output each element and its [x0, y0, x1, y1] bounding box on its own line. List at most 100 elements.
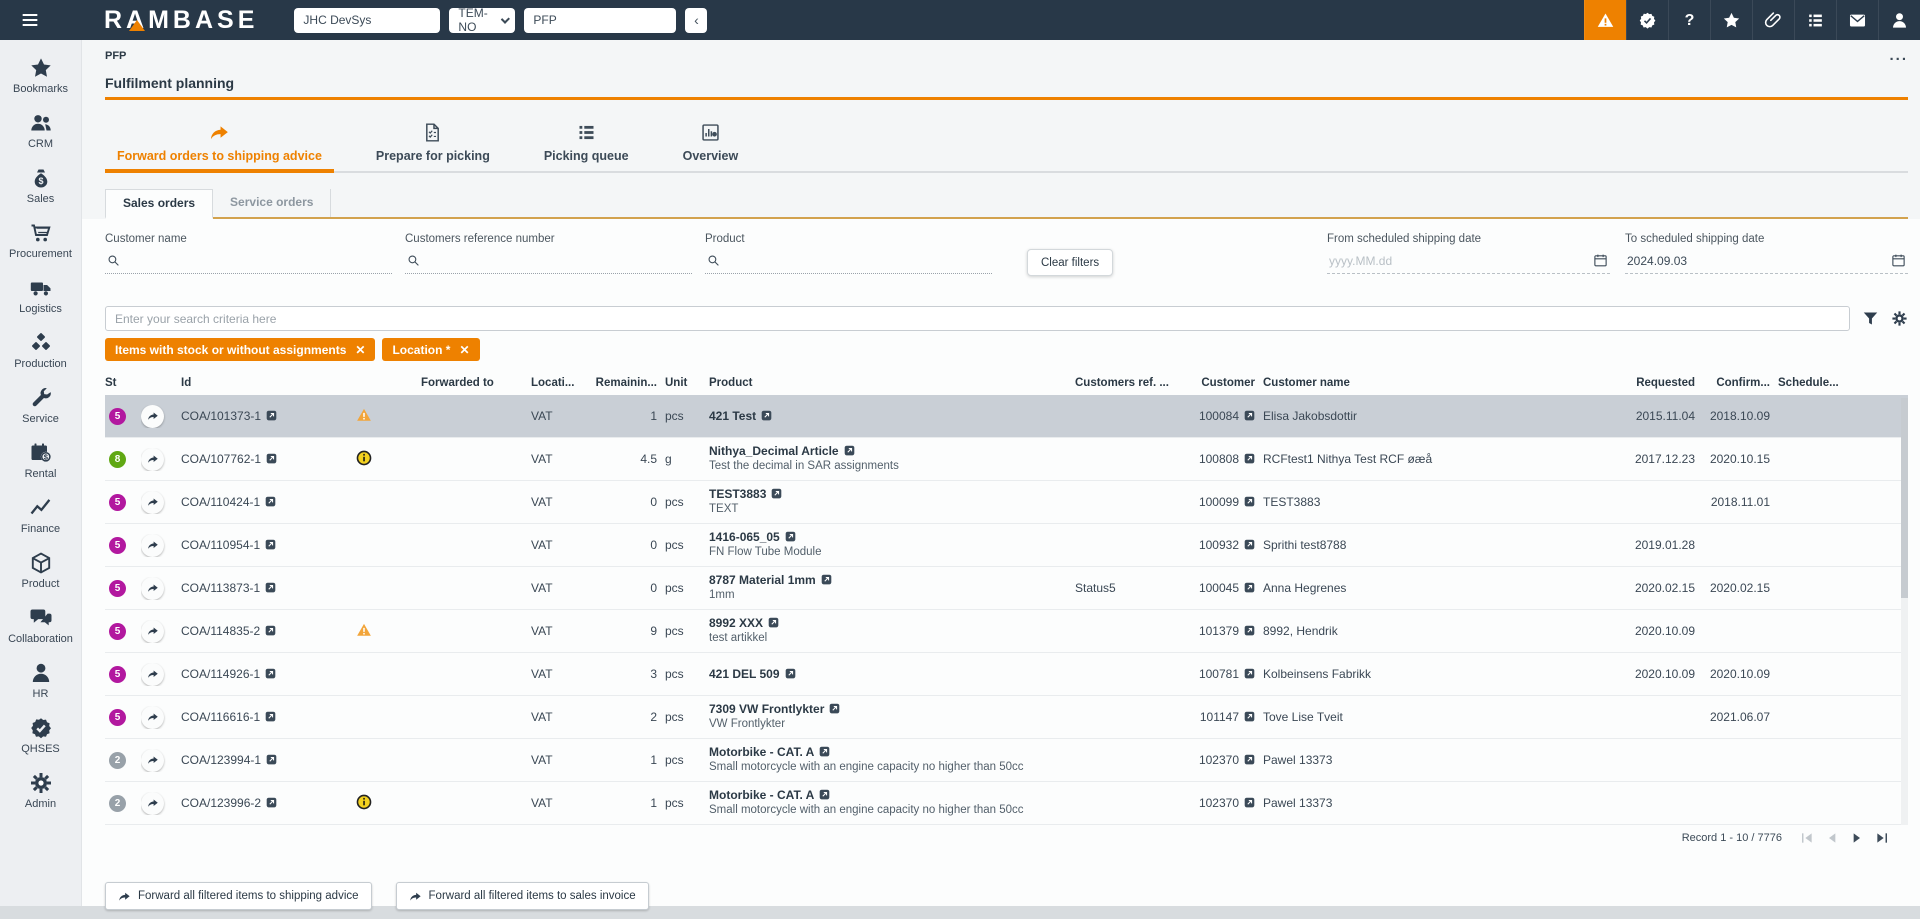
calendar-icon[interactable] [1891, 253, 1906, 268]
column-header[interactable]: Id [181, 377, 356, 389]
external-link-icon[interactable] [265, 496, 276, 507]
external-link-icon[interactable] [265, 582, 276, 593]
forward-row-button[interactable] [141, 491, 164, 514]
forward-row-button[interactable] [141, 448, 164, 471]
external-link-icon[interactable] [1244, 410, 1255, 421]
pagination-first-button[interactable] [1799, 830, 1815, 846]
external-link-icon[interactable] [819, 789, 830, 800]
account-icon[interactable] [1878, 0, 1920, 40]
scrollbar-thumb[interactable] [1901, 398, 1908, 598]
column-header[interactable]: Unit [665, 377, 709, 389]
external-link-icon[interactable] [768, 617, 779, 628]
sidebar-item-collaboration[interactable]: Collaboration [0, 598, 81, 653]
external-link-icon[interactable] [265, 539, 276, 550]
external-link-icon[interactable] [1244, 496, 1255, 507]
external-link-icon[interactable] [1244, 754, 1255, 765]
external-link-icon[interactable] [1244, 797, 1255, 808]
date-to-input[interactable]: 2024.09.03 [1625, 248, 1908, 274]
alerts-icon[interactable] [1584, 0, 1626, 40]
back-button[interactable]: ‹ [685, 8, 707, 33]
table-scrollbar[interactable] [1901, 398, 1908, 825]
column-header[interactable]: Product [709, 377, 1075, 389]
forward-all-button[interactable]: Forward all filtered items to shipping a… [105, 882, 372, 910]
column-header[interactable]: Remainin... [589, 377, 665, 389]
column-header[interactable]: Requested [1593, 377, 1703, 389]
clear-filters-button[interactable]: Clear filters [1027, 249, 1113, 276]
sidebar-item-service[interactable]: Service [0, 378, 81, 433]
tab[interactable]: Forward orders to shipping advice [105, 122, 334, 171]
sidebar-item-procurement[interactable]: Procurement [0, 213, 81, 268]
table-row[interactable]: 8 COA/107762-1 [105, 438, 1908, 481]
table-row[interactable]: 5 COA/116616-1 [105, 696, 1908, 739]
filter-input[interactable] [105, 248, 392, 274]
chip-remove-icon[interactable]: ✕ [355, 343, 365, 357]
column-header[interactable]: Customer name [1263, 377, 1593, 389]
external-link-icon[interactable] [266, 797, 277, 808]
external-link-icon[interactable] [829, 703, 840, 714]
forward-row-button[interactable] [141, 620, 164, 643]
pagination-prev-button[interactable] [1824, 830, 1840, 846]
tab[interactable]: Prepare for picking [364, 122, 502, 171]
sidebar-item-crm[interactable]: CRM [0, 103, 81, 158]
sidebar-item-product[interactable]: Product [0, 543, 81, 598]
search-input[interactable] [105, 306, 1850, 331]
filter-chip[interactable]: Location * ✕ [382, 338, 479, 361]
column-header[interactable]: Schedule... [1778, 377, 1878, 389]
forward-row-button[interactable] [141, 792, 164, 815]
calendar-icon[interactable] [1593, 253, 1608, 268]
tab[interactable]: Picking queue [532, 122, 641, 171]
pagination-next-button[interactable] [1849, 830, 1865, 846]
table-row[interactable]: 5 COA/101373-1 [105, 395, 1908, 438]
date-from-input[interactable]: yyyy.MM.dd [1327, 248, 1610, 274]
page-menu-dots-button[interactable]: ... [1889, 52, 1908, 60]
attachments-icon[interactable] [1752, 0, 1794, 40]
external-link-icon[interactable] [265, 711, 276, 722]
external-link-icon[interactable] [266, 754, 277, 765]
external-link-icon[interactable] [771, 488, 782, 499]
table-row[interactable]: 5 COA/114835-2 [105, 610, 1908, 653]
column-header[interactable]: St [105, 377, 141, 389]
external-link-icon[interactable] [1244, 668, 1255, 679]
forward-row-button[interactable] [141, 749, 164, 772]
external-link-icon[interactable] [266, 410, 277, 421]
sidebar-item-production[interactable]: Production [0, 323, 81, 378]
sidebar-item-rental[interactable]: $ Rental [0, 433, 81, 488]
favorites-icon[interactable] [1710, 0, 1752, 40]
approvals-icon[interactable] [1626, 0, 1668, 40]
company-select[interactable]: TEM-NO [449, 8, 515, 33]
forward-row-button[interactable] [141, 706, 164, 729]
external-link-icon[interactable] [266, 453, 277, 464]
system-select[interactable]: JHC DevSys [294, 8, 440, 33]
external-link-icon[interactable] [785, 531, 796, 542]
external-link-icon[interactable] [821, 574, 832, 585]
tab[interactable]: Overview [671, 122, 751, 171]
column-header[interactable]: Confirm... [1703, 377, 1778, 389]
sidebar-item-qhses[interactable]: QHSES [0, 708, 81, 763]
task-list-icon[interactable] [1794, 0, 1836, 40]
forward-row-button[interactable] [141, 405, 164, 428]
external-link-icon[interactable] [761, 410, 772, 421]
external-link-icon[interactable] [1244, 582, 1255, 593]
program-input[interactable] [524, 8, 676, 33]
sidebar-item-bookmarks[interactable]: Bookmarks [0, 48, 81, 103]
forward-row-button[interactable] [141, 534, 164, 557]
pagination-last-button[interactable] [1874, 830, 1890, 846]
table-row[interactable]: 2 COA/123996-2 [105, 782, 1908, 825]
table-row[interactable]: 5 COA/110424-1 [105, 481, 1908, 524]
sidebar-item-sales[interactable]: $ Sales [0, 158, 81, 213]
sidebar-item-logistics[interactable]: Logistics [0, 268, 81, 323]
external-link-icon[interactable] [1244, 711, 1255, 722]
external-link-icon[interactable] [1244, 625, 1255, 636]
gear-icon[interactable] [1891, 310, 1908, 327]
sidebar-item-hr[interactable]: HR [0, 653, 81, 708]
table-row[interactable]: 5 COA/114926-1 [105, 653, 1908, 696]
hamburger-menu-button[interactable] [0, 0, 60, 40]
sidebar-item-admin[interactable]: Admin [0, 763, 81, 818]
external-link-icon[interactable] [1244, 539, 1255, 550]
forward-row-button[interactable] [141, 577, 164, 600]
table-row[interactable]: 5 COA/113873-1 [105, 567, 1908, 610]
help-icon[interactable]: ? [1668, 0, 1710, 40]
column-header[interactable]: Customer [1193, 377, 1263, 389]
external-link-icon[interactable] [265, 668, 276, 679]
filter-chip[interactable]: Items with stock or without assignments … [105, 338, 375, 361]
